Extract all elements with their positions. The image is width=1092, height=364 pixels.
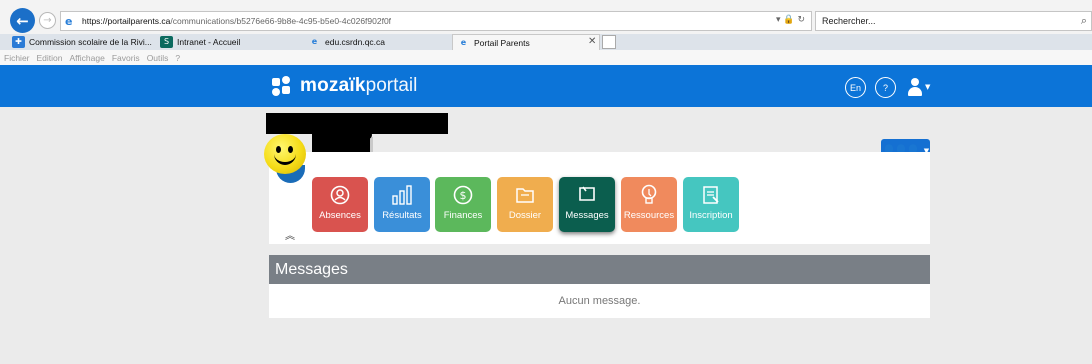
tile-finances[interactable]: $ Finances — [435, 177, 491, 232]
tile-label: Dossier — [508, 210, 542, 221]
menu-affichage[interactable]: Affichage — [70, 53, 105, 63]
tab-intranet[interactable]: S Intranet - Accueil — [156, 34, 302, 50]
tab-commission-scolaire[interactable]: ✚ Commission scolaire de la Rivi... — [8, 34, 154, 50]
message-icon — [576, 184, 598, 206]
menu-help[interactable]: ? — [175, 53, 180, 63]
messages-empty-state: Aucun message. — [269, 284, 930, 318]
back-arrow-icon[interactable]: ← — [10, 8, 35, 33]
tile-ressources[interactable]: Ressources — [621, 177, 677, 232]
tile-inscription[interactable]: Inscription — [683, 177, 739, 232]
menu-edition[interactable]: Edition — [37, 53, 63, 63]
browser-tab-bar: ✚ Commission scolaire de la Rivi... S In… — [0, 34, 1092, 50]
url-controls[interactable]: ▾ 🔒 ↻ — [776, 15, 805, 25]
tile-label: Inscription — [689, 210, 733, 221]
tab-label: edu.csrdn.qc.ca — [325, 37, 386, 47]
brand-bold: mozaïk — [300, 75, 366, 96]
tile-label: Absences — [319, 210, 361, 221]
tab-label: Commission scolaire de la Rivi... — [29, 37, 152, 47]
browser-menu-bar: Fichier Edition Affichage Favoris Outils… — [0, 50, 1092, 65]
redaction-mark — [364, 131, 372, 139]
lightbulb-icon — [638, 184, 660, 206]
menu-favoris[interactable]: Favoris — [112, 53, 140, 63]
empty-message-text: Aucun message. — [558, 295, 641, 307]
tile-absences[interactable]: Absences — [312, 177, 368, 232]
tile-label: Finances — [443, 210, 483, 221]
logo[interactable]: mozaïk portail — [272, 75, 417, 97]
search-input[interactable]: Rechercher... ⌕ — [815, 11, 1092, 31]
language-button[interactable]: En — [845, 77, 866, 98]
messages-section-title: Messages — [269, 255, 930, 284]
dollar-icon: $ — [452, 184, 474, 206]
tab-edu-csrdn[interactable]: e edu.csrdn.qc.ca — [304, 34, 450, 50]
tile-resultats[interactable]: Résultats — [374, 177, 430, 232]
mozaik-logo-icon — [272, 76, 292, 96]
caret-down-icon: ▼ — [925, 83, 931, 91]
ie-icon: e — [311, 37, 318, 46]
new-tab-button[interactable] — [602, 35, 616, 49]
app-tile-icon: ✚ — [12, 36, 25, 48]
tab-portail-parents[interactable]: e Portail Parents — [452, 34, 600, 50]
tile-dossier[interactable]: Dossier — [497, 177, 553, 232]
menu-fichier[interactable]: Fichier — [4, 53, 30, 63]
form-icon — [700, 184, 722, 206]
search-icon[interactable]: ⌕ — [1081, 14, 1087, 28]
user-menu-icon[interactable]: ▼ — [906, 78, 931, 98]
smiley-face-icon — [264, 134, 306, 174]
url-path: /communications/b5276e66-9b8e-4c95-b5e0-… — [170, 16, 392, 26]
search-placeholder: Rechercher... — [822, 16, 876, 26]
brand-thin: portail — [365, 75, 418, 96]
svg-text:$: $ — [460, 189, 467, 202]
person-icon — [329, 184, 351, 206]
tile-messages[interactable]: Messages — [559, 177, 615, 232]
close-tab-icon[interactable]: ✕ — [588, 36, 596, 47]
tile-label: Ressources — [623, 210, 675, 221]
bar-chart-icon — [391, 184, 413, 206]
folder-icon — [514, 184, 536, 206]
app-header: mozaïk portail En ? ▼ — [0, 65, 1092, 107]
tab-label: Intranet - Accueil — [177, 37, 241, 47]
tile-label: Résultats — [382, 210, 422, 221]
help-button[interactable]: ? — [875, 77, 896, 98]
tab-label: Portail Parents — [474, 37, 530, 48]
url-host: https://portailparents.ca — [82, 16, 171, 26]
browser-address-bar: ← → e https://portailparents.ca/communic… — [0, 0, 1092, 34]
ie-icon: e — [65, 14, 73, 28]
menu-outils[interactable]: Outils — [147, 53, 169, 63]
forward-arrow-icon[interactable]: → — [39, 12, 56, 29]
url-field[interactable]: e https://portailparents.ca/communicatio… — [60, 11, 812, 31]
ie-icon: e — [460, 37, 467, 47]
redacted-school-name — [266, 113, 448, 134]
tile-label: Messages — [565, 210, 609, 221]
collapse-chevron-icon[interactable]: ︽ — [285, 227, 295, 242]
sharepoint-icon: S — [160, 36, 173, 48]
